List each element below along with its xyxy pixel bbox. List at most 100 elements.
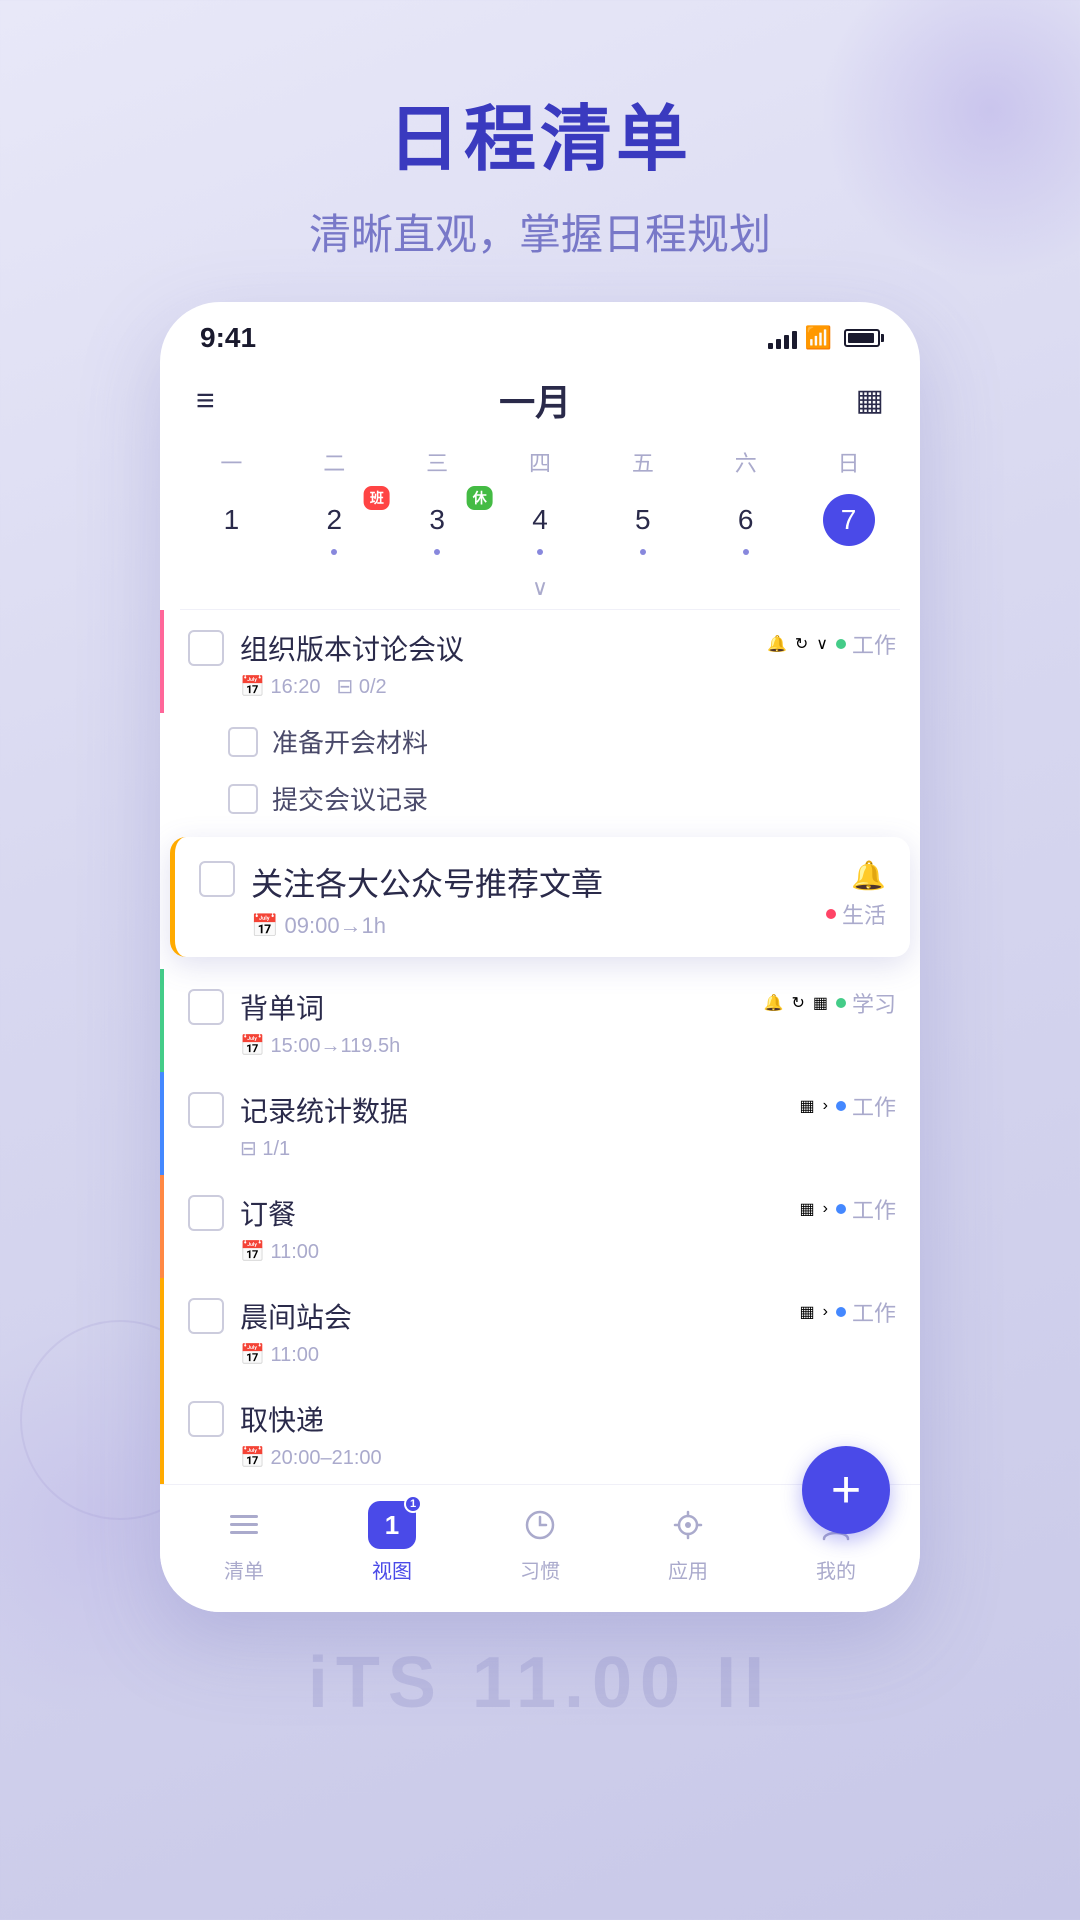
weekday-wed: 三 (386, 442, 489, 482)
alarm-icon-3[interactable]: 🔔 (764, 993, 784, 1013)
task-meta-3: 📅 15:00→119.5h (240, 1033, 752, 1058)
floating-tag-dot (826, 909, 836, 919)
grid-icon-3[interactable]: ▦ (813, 993, 828, 1013)
date-number-3: 3 休 (411, 494, 463, 546)
floating-task-checkbox[interactable] (199, 861, 235, 897)
task-actions-5: ▦ › 工作 (800, 1193, 896, 1225)
date-dot-3 (434, 549, 440, 555)
nav-icon-view: 1 1 (368, 1501, 416, 1549)
task-checkbox-6[interactable] (188, 1298, 224, 1334)
status-icons: 📶 (768, 325, 880, 351)
arrow-icon-5[interactable]: › (823, 1200, 828, 1218)
task-checkbox-4[interactable] (188, 1092, 224, 1128)
task-checkbox-1[interactable] (188, 630, 224, 666)
task-content-4: 记录统计数据 ⊟ 1/1 (240, 1090, 788, 1161)
arrow-icon-4[interactable]: › (823, 1097, 828, 1115)
floating-task-card: 关注各大公众号推荐文章 📅 09:00→1h 🔔 生活 (170, 837, 910, 957)
date-1[interactable]: 1 (180, 490, 283, 563)
sub-checkbox-1-2[interactable] (228, 784, 258, 814)
nav-badge-view: 1 (404, 1495, 422, 1513)
floating-task-right: 🔔 生活 (826, 859, 886, 930)
date-dot-2 (331, 549, 337, 555)
grid-icon-4[interactable]: ▦ (800, 1096, 815, 1116)
date-dot-5 (640, 549, 646, 555)
task-item-5: 订餐 📅 11:00 ▦ › 工作 (160, 1175, 920, 1278)
nav-item-list[interactable]: 清单 (170, 1501, 318, 1584)
tag-label-1: 工作 (852, 628, 896, 660)
task-title-5: 订餐 (240, 1193, 788, 1233)
task-title-3: 背单词 (240, 987, 752, 1027)
task-checkbox-5[interactable] (188, 1195, 224, 1231)
date-number-4: 4 (514, 494, 566, 546)
weekdays-header: 一 二 三 四 五 六 日 (160, 442, 920, 482)
sub-checkbox-1-1[interactable] (228, 727, 258, 757)
repeat-icon-1[interactable]: ↻ (795, 634, 808, 654)
tag-dot-4 (836, 1101, 846, 1111)
task-tag-1: 工作 (836, 628, 896, 660)
task-meta-6: 📅 11:00 (240, 1342, 788, 1367)
sub-task-1-2: 提交会议记录 (228, 770, 920, 827)
fab-add-button[interactable]: + (802, 1446, 890, 1534)
floating-tag: 生活 (826, 898, 886, 930)
task-title-1: 组织版本讨论会议 (240, 628, 755, 668)
date-3[interactable]: 3 休 (386, 490, 489, 563)
date-7[interactable]: 7 (797, 490, 900, 563)
alarm-icon-1[interactable]: 🔔 (767, 634, 787, 654)
menu-icon[interactable]: ≡ (196, 384, 215, 416)
month-title: 一月 (499, 374, 571, 426)
grid-icon-5[interactable]: ▦ (800, 1199, 815, 1219)
task-tag-5: 工作 (836, 1193, 896, 1225)
arrow-icon-6[interactable]: › (823, 1303, 828, 1321)
date-2[interactable]: 2 班 (283, 490, 386, 563)
task-subtask-count-1: ⊟ 0/2 (337, 674, 387, 699)
date-number-2: 2 班 (308, 494, 360, 546)
nav-label-list: 清单 (224, 1555, 264, 1584)
nav-item-view[interactable]: 1 1 视图 (318, 1501, 466, 1584)
tag-dot-3 (836, 998, 846, 1008)
date-6[interactable]: 6 (694, 490, 797, 563)
task-checkbox-7[interactable] (188, 1401, 224, 1437)
task-item-6: 晨间站会 📅 11:00 ▦ › 工作 (160, 1278, 920, 1381)
repeat-icon-3[interactable]: ↻ (791, 993, 804, 1013)
task-time-icon-1: 📅 16:20 (240, 674, 321, 699)
nav-item-habit[interactable]: 习惯 (466, 1501, 614, 1584)
task-time-5: 📅 11:00 (240, 1239, 319, 1264)
sub-task-title-1-2: 提交会议记录 (272, 780, 428, 817)
task-actions-4: ▦ › 工作 (800, 1090, 896, 1122)
floating-task-container: 关注各大公众号推荐文章 📅 09:00→1h 🔔 生活 (170, 837, 910, 957)
floating-alarm-icon[interactable]: 🔔 (851, 859, 886, 892)
task-tag-6: 工作 (836, 1296, 896, 1328)
task-actions-1: 🔔 ↻ ∨ 工作 (767, 628, 896, 660)
task-meta-4: ⊟ 1/1 (240, 1136, 788, 1161)
sub-task-title-1-1: 准备开会材料 (272, 723, 428, 760)
tag-label-3: 学习 (852, 987, 896, 1019)
wifi-icon: 📶 (805, 325, 832, 351)
battery-icon (844, 329, 880, 347)
task-time-3: 📅 15:00→119.5h (240, 1033, 400, 1058)
date-dot-4 (537, 549, 543, 555)
sub-tasks-1: 准备开会材料 提交会议记录 (160, 713, 920, 827)
grid-icon[interactable]: ▦ (856, 383, 884, 418)
task-title-7: 取快递 (240, 1399, 884, 1439)
status-time: 9:41 (200, 322, 256, 354)
floating-tag-label: 生活 (842, 898, 886, 930)
weekday-mon: 一 (180, 442, 283, 482)
date-number-6: 6 (720, 494, 772, 546)
task-subtask-4: ⊟ 1/1 (240, 1136, 290, 1161)
date-5[interactable]: 5 (591, 490, 694, 563)
nav-item-app[interactable]: 应用 (614, 1501, 762, 1584)
task-tag-4: 工作 (836, 1090, 896, 1122)
task-time-6: 📅 11:00 (240, 1342, 319, 1367)
nav-label-habit: 习惯 (520, 1555, 560, 1584)
grid-icon-6[interactable]: ▦ (800, 1302, 815, 1322)
expand-calendar-button[interactable]: ∨ (160, 571, 920, 609)
tag-label-5: 工作 (852, 1193, 896, 1225)
sub-task-1-1: 准备开会材料 (228, 713, 920, 770)
nav-label-app: 应用 (668, 1555, 708, 1584)
task-actions-6: ▦ › 工作 (800, 1296, 896, 1328)
task-title-6: 晨间站会 (240, 1296, 788, 1336)
date-number-7: 7 (823, 494, 875, 546)
date-4[interactable]: 4 (489, 490, 592, 563)
expand-icon-1[interactable]: ∨ (816, 634, 828, 654)
task-checkbox-3[interactable] (188, 989, 224, 1025)
